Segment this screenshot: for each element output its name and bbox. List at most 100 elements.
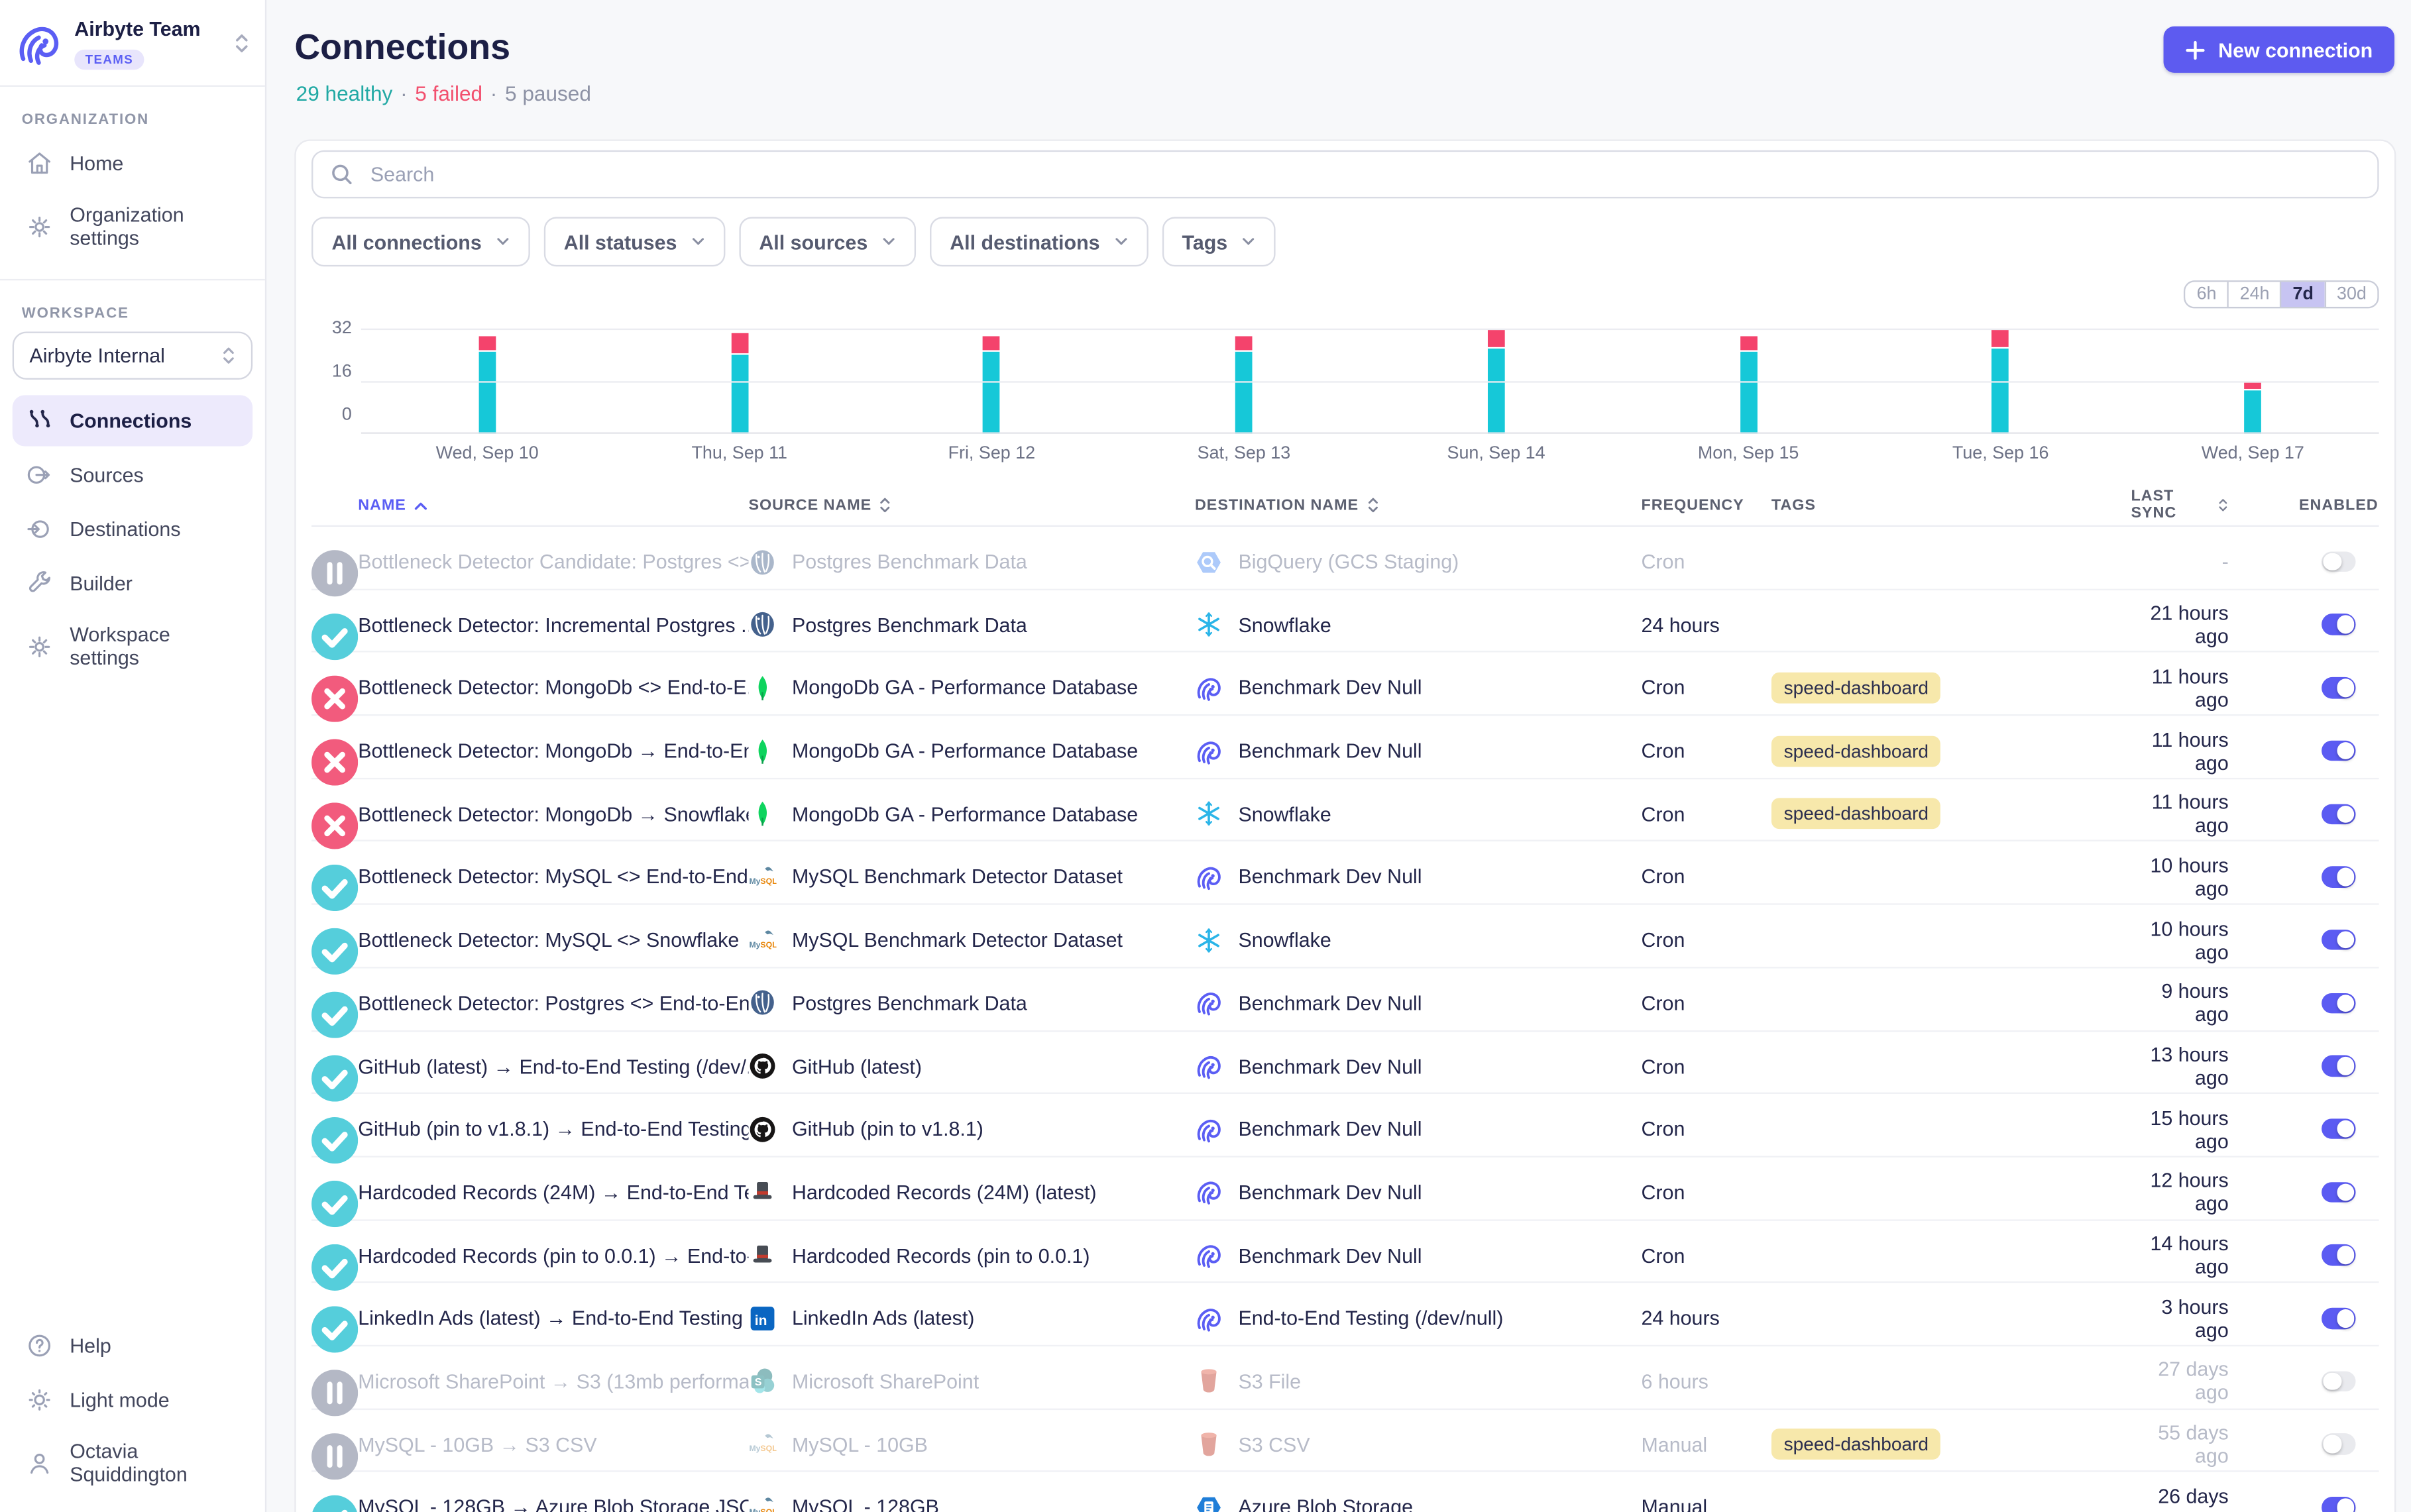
postgres-icon	[748, 611, 776, 639]
source-name: Hardcoded Records (pin to 0.0.1)	[792, 1244, 1090, 1267]
connections-table: Bottleneck Detector Candidate: Postgres …	[311, 527, 2379, 1512]
enabled-toggle[interactable]	[2322, 804, 2355, 825]
time-range-24h[interactable]: 24h	[2227, 282, 2280, 307]
column-header-name[interactable]: NAME	[358, 496, 748, 513]
table-row[interactable]: Hardcoded Records (24M) → End-to-End Te.…	[311, 1158, 2379, 1220]
sidebar-item-label: Light mode	[70, 1388, 169, 1411]
new-connection-button[interactable]: New connection	[2164, 27, 2394, 73]
section-organization-label: ORGANIZATION	[22, 111, 243, 129]
sidebar-item-builder[interactable]: Builder	[13, 558, 252, 609]
enabled-toggle[interactable]	[2322, 1497, 2355, 1512]
table-row[interactable]: Bottleneck Detector: Postgres <> End-to-…	[311, 968, 2379, 1031]
frequency: Cron	[1641, 1054, 1771, 1077]
sidebar-item-sources[interactable]: Sources	[13, 449, 252, 500]
sort-asc-icon	[414, 500, 427, 510]
table-row[interactable]: Bottleneck Detector: MongoDb <> End-to-E…	[311, 653, 2379, 716]
column-header-destination[interactable]: DESTINATION NAME	[1195, 496, 1641, 514]
org-name: Airbyte Team	[74, 17, 200, 40]
bar-segment-succeeded	[2244, 391, 2261, 434]
hardcoded-icon	[748, 1241, 776, 1269]
connection-name: Hardcoded Records (pin to 0.0.1) → End-t…	[358, 1244, 748, 1267]
column-header-last-sync[interactable]: LAST SYNC	[2131, 488, 2298, 522]
time-range-7d[interactable]: 7d	[2280, 282, 2324, 307]
source-name: GitHub (latest)	[792, 1054, 922, 1077]
enabled-toggle[interactable]	[2322, 993, 2355, 1014]
filter-all-connections[interactable]: All connections	[311, 217, 530, 266]
failed-count: 5 failed	[415, 82, 482, 105]
table-row[interactable]: MySQL - 10GB → S3 CSVMySQL.MySQL - 10GBS…	[311, 1409, 2379, 1472]
filter-tags[interactable]: Tags	[1162, 217, 1276, 266]
azure-icon	[1195, 1493, 1223, 1512]
destination-name: Snowflake	[1238, 928, 1331, 951]
workspace-selector[interactable]: Airbyte Internal	[13, 331, 252, 379]
table-row[interactable]: Bottleneck Detector: MongoDb → End-to-En…	[311, 716, 2379, 779]
table-row[interactable]: MySQL - 128GB → Azure Blob Storage JSOn …	[311, 1472, 2379, 1512]
enabled-toggle[interactable]	[2322, 1371, 2355, 1392]
table-row[interactable]: Bottleneck Detector: MongoDb → Snowflake…	[311, 779, 2379, 842]
sidebar-item-user[interactable]: Octavia Squiddington	[13, 1429, 252, 1497]
table-row[interactable]: Bottleneck Detector: MySQL <> End-to-End…	[311, 842, 2379, 905]
chevron-down-icon	[1241, 237, 1255, 246]
page-title: Connections	[294, 27, 510, 68]
table-row[interactable]: Bottleneck Detector: Incremental Postgre…	[311, 590, 2379, 653]
filter-label: All destinations	[950, 230, 1099, 253]
chart-y-axis: 32 16 0	[311, 319, 361, 425]
sidebar-item-organization-settings[interactable]: Organization settings	[13, 192, 252, 260]
sync-history-chart: 32 16 0 Wed, Sep 10Thu, Sep 11Fri, Sep 1…	[311, 329, 2379, 463]
sidebar-item-light-mode[interactable]: Light mode	[13, 1374, 252, 1425]
table-row[interactable]: GitHub (pin to v1.8.1) → End-to-End Test…	[311, 1094, 2379, 1157]
column-header-source[interactable]: SOURCE NAME	[748, 496, 1194, 514]
sidebar-item-destinations[interactable]: Destinations	[13, 504, 252, 555]
destination-name: Benchmark Dev Null	[1238, 676, 1422, 699]
x-tick: Wed, Sep 10	[361, 445, 614, 463]
status-success-icon	[311, 1495, 358, 1512]
last-sync: 15 hours ago	[2131, 1106, 2298, 1152]
enabled-toggle[interactable]	[2322, 1308, 2355, 1329]
table-row[interactable]: Hardcoded Records (pin to 0.0.1) → End-t…	[311, 1220, 2379, 1283]
table-row[interactable]: Microsoft SharePoint → S3 (13mb performa…	[311, 1346, 2379, 1409]
enabled-toggle[interactable]	[2322, 740, 2355, 761]
source-name: MySQL - 10GB	[792, 1432, 928, 1456]
source-name: Postgres Benchmark Data	[792, 991, 1027, 1014]
last-sync: 13 hours ago	[2131, 1043, 2298, 1089]
sidebar-item-help[interactable]: Help	[13, 1320, 252, 1371]
enabled-toggle[interactable]	[2322, 1434, 2355, 1455]
filter-all-sources[interactable]: All sources	[739, 217, 916, 266]
enabled-toggle[interactable]	[2322, 1245, 2355, 1266]
time-range-6h[interactable]: 6h	[2186, 282, 2227, 307]
enabled-toggle[interactable]	[2322, 551, 2355, 572]
enabled-toggle[interactable]	[2322, 930, 2355, 951]
last-sync: 10 hours ago	[2131, 917, 2298, 963]
filter-all-destinations[interactable]: All destinations	[930, 217, 1148, 266]
connection-name: Bottleneck Detector: MongoDb <> End-to-E…	[358, 676, 748, 699]
enabled-toggle[interactable]	[2322, 867, 2355, 888]
enabled-toggle[interactable]	[2322, 1055, 2355, 1077]
sidebar-item-label: Connections	[70, 409, 192, 432]
destination-name: S3 File	[1238, 1370, 1301, 1393]
svg-text:MySQL.: MySQL.	[749, 877, 776, 886]
enabled-toggle[interactable]	[2322, 614, 2355, 635]
table-row[interactable]: GitHub (latest) → End-to-End Testing (/d…	[311, 1031, 2379, 1094]
enabled-toggle[interactable]	[2322, 677, 2355, 698]
enabled-toggle[interactable]	[2322, 1118, 2355, 1140]
time-range-30d[interactable]: 30d	[2324, 282, 2377, 307]
destination-name: Benchmark Dev Null	[1238, 1054, 1422, 1077]
mysql-icon: MySQL.	[748, 1493, 776, 1512]
time-range-selector: 6h 24h 7d 30d	[311, 280, 2379, 308]
enabled-toggle[interactable]	[2322, 1181, 2355, 1203]
sidebar-item-workspace-settings[interactable]: Workspace settings	[13, 612, 252, 680]
search-input[interactable]	[367, 161, 2360, 188]
table-row[interactable]: Bottleneck Detector Candidate: Postgres …	[311, 527, 2379, 590]
chevron-down-icon	[881, 237, 895, 246]
frequency: Cron	[1641, 802, 1771, 826]
filter-all-statuses[interactable]: All statuses	[543, 217, 725, 266]
org-switcher[interactable]: Airbyte Team TEAMS	[0, 0, 265, 87]
sidebar-item-connections[interactable]: Connections	[13, 395, 252, 446]
sidebar-item-home[interactable]: Home	[13, 138, 252, 189]
sun-icon	[25, 1385, 54, 1415]
table-row[interactable]: LinkedIn Ads (latest) → End-to-End Testi…	[311, 1283, 2379, 1346]
table-row[interactable]: Bottleneck Detector: MySQL <> SnowflakeM…	[311, 905, 2379, 968]
search-bar[interactable]	[311, 150, 2379, 198]
source-name: MongoDb GA - Performance Database	[792, 739, 1138, 763]
column-header-enabled: ENABLED	[2298, 496, 2379, 513]
